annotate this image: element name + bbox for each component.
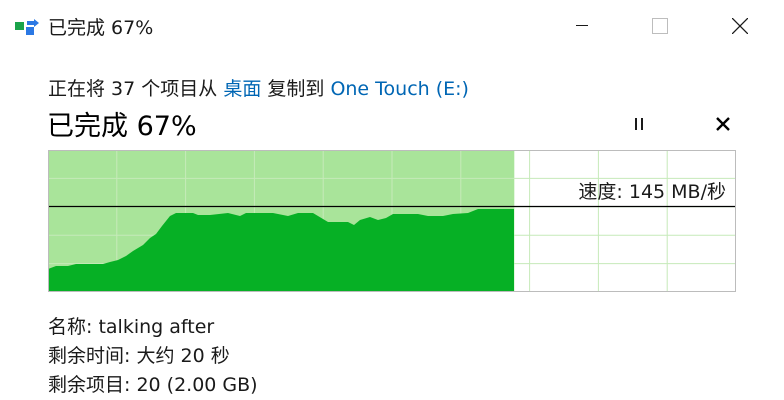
close-icon: [732, 18, 748, 34]
speed-graph: [48, 150, 736, 292]
time-remaining-label: 剩余时间:: [48, 345, 131, 367]
pause-button[interactable]: [622, 110, 656, 138]
items-remaining-label: 剩余项目:: [48, 374, 131, 396]
detail-name-row: 名称: talking after: [48, 313, 258, 342]
source-link[interactable]: 桌面: [223, 78, 261, 100]
detail-items-row: 剩余项目: 20 (2.00 GB): [48, 371, 258, 400]
cancel-icon: [716, 117, 730, 131]
copy-description: 正在将 37 个项目从 桌面 复制到 One Touch (E:): [48, 74, 469, 101]
time-remaining-value: 大约 20 秒: [136, 345, 230, 367]
pause-icon: [635, 118, 643, 130]
copy-prefix: 正在将 37 个项目从: [48, 78, 218, 100]
minimize-button[interactable]: [554, 0, 610, 52]
name-label: 名称:: [48, 316, 93, 338]
title-bar: 已完成 67%: [0, 0, 784, 52]
transfer-speed-chart: 速度: 145 MB/秒: [48, 150, 736, 292]
cancel-button[interactable]: [706, 110, 740, 138]
maximize-icon: [652, 18, 668, 34]
close-button[interactable]: [712, 0, 768, 52]
transfer-details: 名称: talking after 剩余时间: 大约 20 秒 剩余项目: 20…: [48, 313, 258, 400]
destination-link[interactable]: One Touch: [330, 78, 429, 100]
detail-time-row: 剩余时间: 大约 20 秒: [48, 342, 258, 371]
minimize-icon: [576, 25, 588, 26]
items-remaining-value: 20 (2.00 GB): [136, 374, 258, 396]
speed-label: 速度: 145 MB/秒: [578, 181, 726, 203]
copy-middle: 复制到: [267, 78, 325, 100]
name-value: talking after: [98, 316, 215, 338]
maximize-button[interactable]: [632, 0, 688, 52]
progress-status: 已完成 67%: [47, 111, 197, 142]
destination-drive-link[interactable]: (E:): [436, 78, 469, 100]
copy-transfer-icon: [15, 19, 41, 35]
window-title: 已完成 67%: [48, 17, 154, 39]
